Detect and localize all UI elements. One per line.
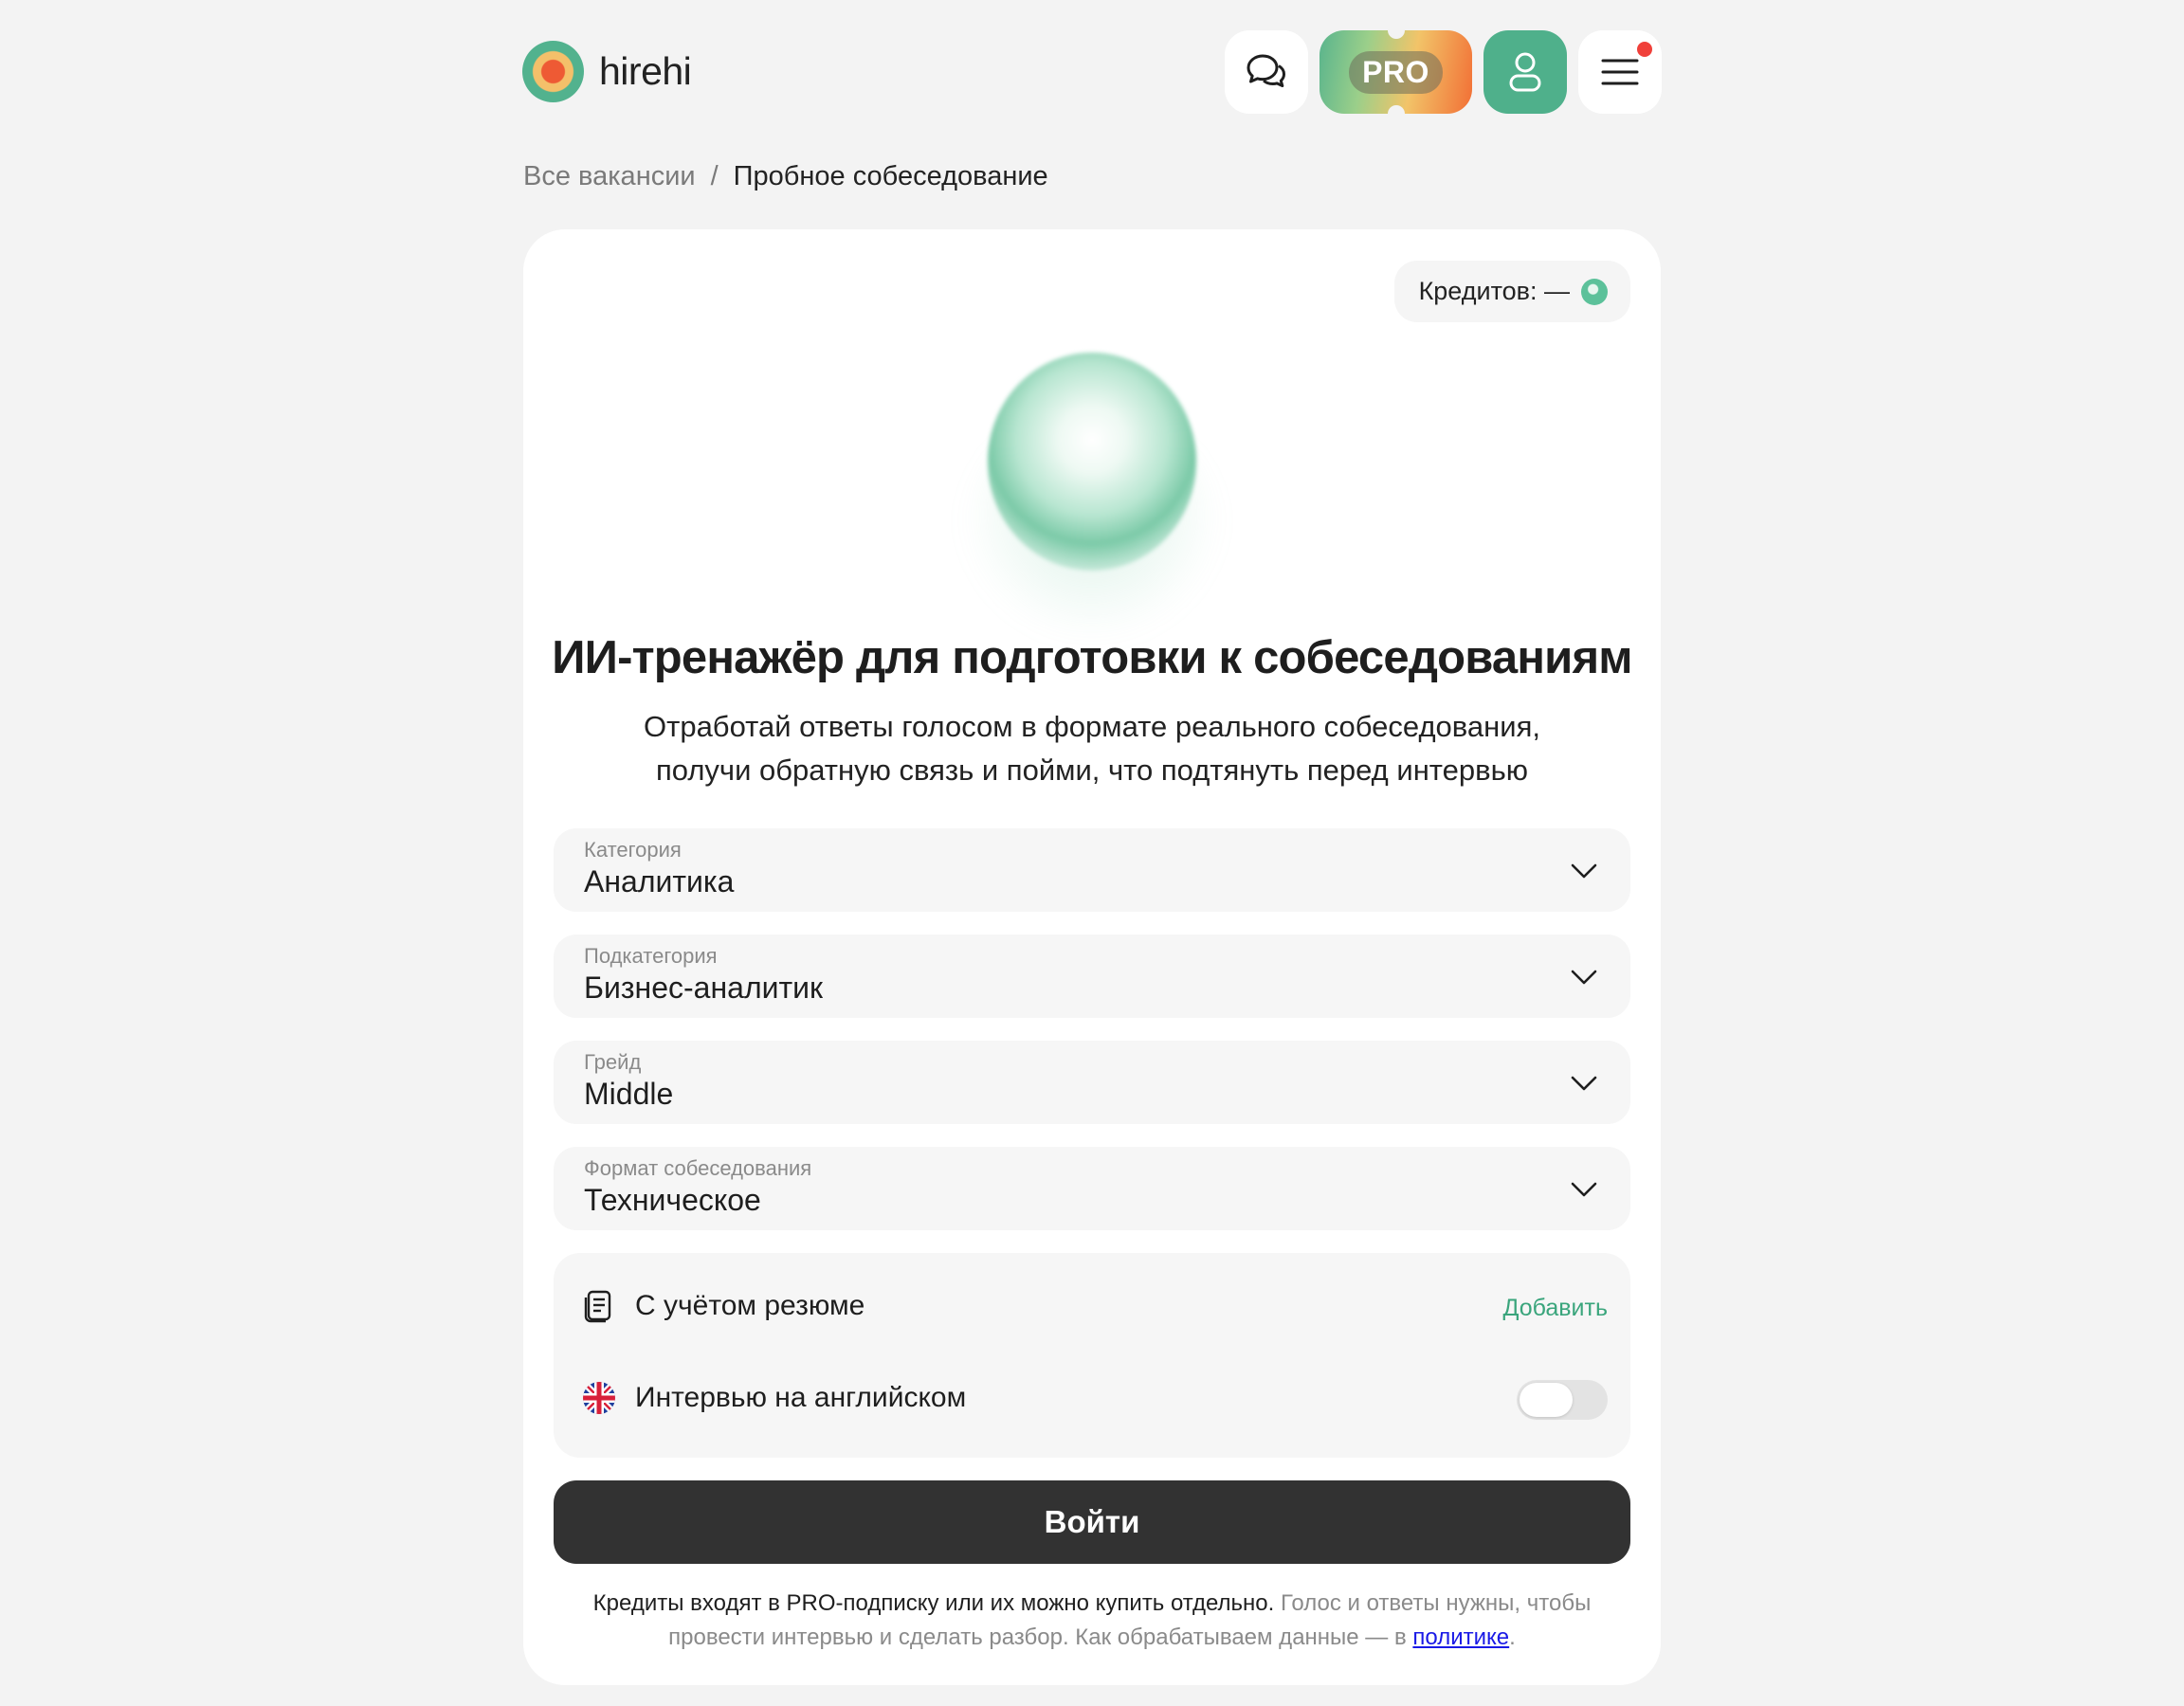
chevron-down-icon [1571, 1076, 1597, 1091]
chat-button[interactable] [1225, 30, 1308, 114]
credits-label: Кредитов: — [1418, 277, 1570, 305]
top-header: hirehi PRO [522, 22, 1662, 122]
pro-button[interactable]: PRO [1320, 22, 1472, 122]
subtitle-line-1: Отработай ответы голосом в формате реаль… [644, 710, 1540, 743]
grade-select[interactable]: Грейд Middle [554, 1041, 1630, 1124]
chat-bubbles-icon [1247, 54, 1285, 87]
profile-button[interactable] [1483, 30, 1567, 114]
subtitle-line-2: получи обратную связь и пойми, что подтя… [655, 753, 1529, 787]
pro-ticket-notch [1387, 105, 1405, 122]
interview-format-select[interactable]: Формат собеседования Техническое [554, 1147, 1630, 1230]
format-label: Формат собеседования [584, 1156, 812, 1180]
breadcrumb-all-vacancies[interactable]: Все вакансии [523, 161, 696, 192]
document-icon [584, 1290, 611, 1323]
interview-options: С учётом резюме Добавить Интервью на анг… [554, 1253, 1630, 1458]
login-button[interactable]: Войти [554, 1480, 1630, 1564]
page-subtitle: Отработай ответы голосом в формате реаль… [523, 705, 1661, 792]
format-value: Техническое [584, 1183, 761, 1217]
chevron-down-icon [1571, 1182, 1597, 1197]
chevron-down-icon [1571, 970, 1597, 985]
pro-ticket-notch [1387, 22, 1405, 39]
subcategory-select[interactable]: Подкатегория Бизнес-аналитик [554, 935, 1630, 1018]
uk-flag-icon [583, 1382, 615, 1414]
credits-badge[interactable]: Кредитов: — [1393, 261, 1630, 322]
english-option: Интервью на английском [582, 1381, 966, 1415]
interview-card: Кредитов: — ИИ-тренажёр для подготовки к… [523, 229, 1661, 1685]
category-select[interactable]: Категория Аналитика [554, 828, 1630, 912]
subcategory-value: Бизнес-аналитик [584, 971, 824, 1005]
add-resume-link[interactable]: Добавить [1503, 1295, 1609, 1322]
toggle-knob [1520, 1383, 1573, 1417]
breadcrumb-current: Пробное собеседование [733, 161, 1048, 191]
credits-footnote: Кредиты входят в PRO-подписку или их мож… [561, 1587, 1623, 1655]
footnote-credits-text: Кредиты входят в PRO-подписку или их мож… [592, 1590, 1275, 1616]
english-toggle[interactable] [1517, 1380, 1608, 1420]
brand-name: hirehi [599, 49, 692, 93]
breadcrumb: Все вакансии / Пробное собеседование [523, 161, 1048, 192]
category-value: Аналитика [584, 864, 735, 898]
resume-option: С учётом резюме [582, 1289, 864, 1323]
pro-label: PRO [1349, 50, 1443, 94]
resume-option-label: С учётом резюме [635, 1290, 865, 1321]
breadcrumb-separator: / [710, 161, 719, 191]
english-option-label: Интервью на английском [635, 1382, 967, 1413]
subcategory-label: Подкатегория [584, 944, 718, 968]
grade-value: Middle [584, 1077, 674, 1111]
category-label: Категория [584, 838, 682, 862]
logo[interactable]: hirehi [522, 41, 692, 102]
hamburger-menu-icon [1601, 59, 1639, 85]
page-title: ИИ-тренажёр для подготовки к собеседован… [552, 632, 1632, 683]
chevron-down-icon [1571, 863, 1597, 879]
menu-button[interactable] [1578, 30, 1662, 114]
credit-coin-icon [1581, 278, 1608, 305]
user-icon [1509, 52, 1541, 92]
footnote-end: . [1509, 1624, 1516, 1650]
logo-mark-icon [522, 41, 584, 102]
grade-label: Грейд [584, 1050, 642, 1074]
privacy-policy-link[interactable]: политике [1412, 1624, 1509, 1650]
ai-orb [988, 353, 1196, 571]
notification-dot [1637, 42, 1652, 57]
